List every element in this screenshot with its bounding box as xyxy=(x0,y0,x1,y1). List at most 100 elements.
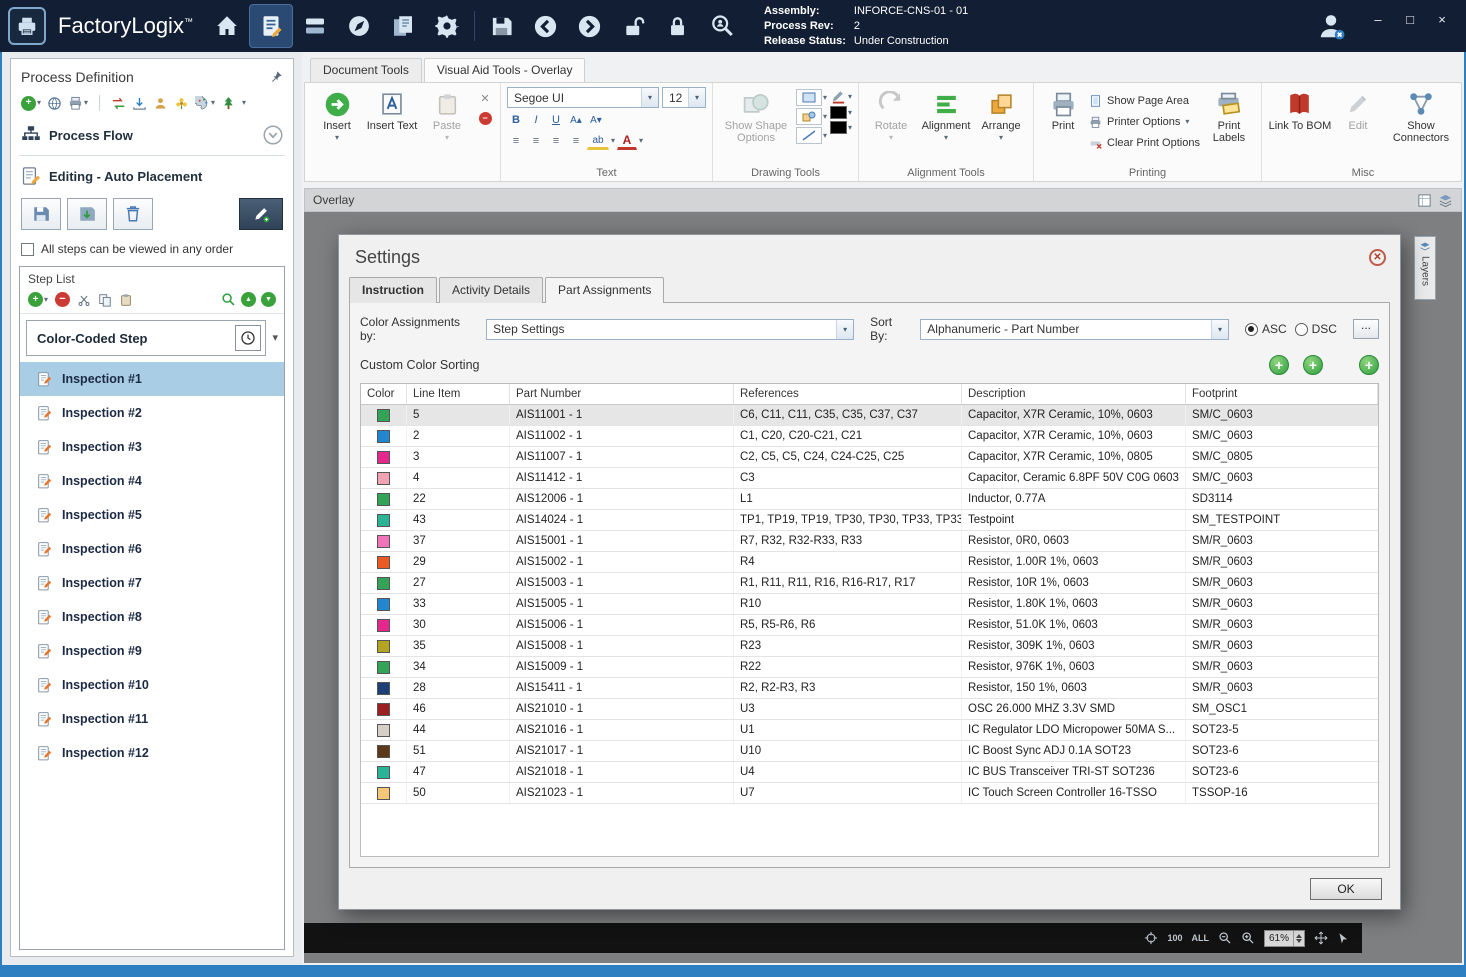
step-list-item[interactable]: Inspection #7 xyxy=(20,566,284,600)
step-list-item[interactable]: Inspection #10 xyxy=(20,668,284,702)
step-list-item[interactable]: Inspection #2 xyxy=(20,396,284,430)
step-list-item[interactable]: Inspection #5 xyxy=(20,498,284,532)
font-color-button[interactable]: A xyxy=(617,132,638,150)
table-row[interactable]: 50 AIS21023 - 1 U7 IC Touch Screen Contr… xyxy=(361,783,1378,804)
audit-search-icon[interactable] xyxy=(700,4,744,48)
align-justify-button[interactable]: ≡ xyxy=(567,132,585,150)
tab-instruction[interactable]: Instruction xyxy=(349,277,437,303)
toolbar-overflow-icon[interactable]: ▾ xyxy=(242,99,246,107)
add-color-up-button[interactable]: + xyxy=(1269,355,1289,375)
table-row[interactable]: 2 AIS11002 - 1 C1, C20, C20-C21, C21 Cap… xyxy=(361,426,1378,447)
back-icon[interactable] xyxy=(524,4,568,48)
print-button[interactable]: Print xyxy=(1040,87,1086,132)
minimize-button[interactable]: – xyxy=(1364,8,1392,30)
zoom-out-icon[interactable] xyxy=(1218,931,1232,945)
flower-icon[interactable] xyxy=(174,96,189,111)
process-definition-icon[interactable] xyxy=(248,4,293,48)
pointer-icon[interactable] xyxy=(1337,932,1350,945)
column-header[interactable]: Line Item xyxy=(407,384,510,404)
underline-button[interactable]: U xyxy=(547,111,565,129)
layers-tab[interactable]: Layers xyxy=(1414,236,1436,300)
home-icon[interactable] xyxy=(205,4,249,48)
color-swatch[interactable] xyxy=(377,597,390,611)
highlight-color-button[interactable]: ab xyxy=(587,132,609,150)
process-flow-row[interactable]: Process Flow xyxy=(19,119,285,151)
color-swatch[interactable] xyxy=(377,681,390,695)
move-step-up-button[interactable]: ▲ xyxy=(241,292,256,307)
insert-text-button[interactable]: Insert Text xyxy=(366,87,418,132)
step-list-item[interactable]: Inspection #6 xyxy=(20,532,284,566)
ok-button[interactable]: OK xyxy=(1310,877,1382,900)
table-row[interactable]: 30 AIS15006 - 1 R5, R5-R6, R6 Resistor, … xyxy=(361,615,1378,636)
color-swatch[interactable] xyxy=(377,618,390,632)
delete-step-button[interactable] xyxy=(113,198,153,230)
show-shape-options-button[interactable]: Show Shape Options xyxy=(719,87,793,144)
print-button[interactable]: ▾ xyxy=(68,96,88,111)
highlight-dropdown-icon[interactable]: ▾ xyxy=(611,137,615,145)
link-icon[interactable] xyxy=(47,96,62,111)
close-button[interactable]: × xyxy=(1428,8,1456,30)
zoom-level-stepper[interactable]: 61% xyxy=(1263,929,1305,947)
more-options-button[interactable]: ... xyxy=(1352,319,1379,339)
table-row[interactable]: 33 AIS15005 - 1 R10 Resistor, 1.80K 1%, … xyxy=(361,594,1378,615)
column-header[interactable]: Color xyxy=(361,384,407,404)
print-labels-button[interactable]: Print Labels xyxy=(1203,87,1255,144)
color-swatch[interactable] xyxy=(377,744,390,758)
import-icon[interactable] xyxy=(132,96,147,111)
edit-step-button[interactable] xyxy=(239,198,283,230)
shape-rect-tile[interactable] xyxy=(796,89,822,106)
font-family-select[interactable]: Segoe UI ▾ xyxy=(507,87,659,108)
line-color-swatch[interactable] xyxy=(830,121,848,134)
paste-icon[interactable] xyxy=(119,293,133,307)
fill-color-swatch[interactable] xyxy=(830,106,848,119)
step-list-collapse-icon[interactable]: ▾ xyxy=(272,332,278,344)
color-swatch[interactable] xyxy=(377,534,390,548)
color-swatch[interactable] xyxy=(377,639,390,653)
tab-visual-aid-tools[interactable]: Visual Aid Tools - Overlay xyxy=(423,58,586,82)
color-swatch[interactable] xyxy=(377,765,390,779)
table-row[interactable]: 44 AIS21016 - 1 U1 IC Regulator LDO Micr… xyxy=(361,720,1378,741)
save-icon[interactable] xyxy=(480,4,524,48)
tab-part-assignments[interactable]: Part Assignments xyxy=(545,277,665,303)
bold-button[interactable]: B xyxy=(507,111,525,129)
forward-icon[interactable] xyxy=(568,4,612,48)
table-row[interactable]: 5 AIS11001 - 1 C6, C11, C11, C35, C35, C… xyxy=(361,405,1378,426)
link-to-bom-button[interactable]: Link To BOM xyxy=(1268,87,1332,132)
remove-step-button[interactable]: − xyxy=(55,292,71,307)
column-header[interactable]: Part Number xyxy=(510,384,734,404)
border-color-icon[interactable] xyxy=(830,89,847,104)
step-list-item[interactable]: Inspection #11 xyxy=(20,702,284,736)
color-swatch[interactable] xyxy=(377,513,390,527)
table-row[interactable]: 46 AIS21010 - 1 U3 OSC 26.000 MHZ 3.3V S… xyxy=(361,699,1378,720)
step-list-item[interactable]: Inspection #3 xyxy=(20,430,284,464)
table-row[interactable]: 29 AIS15002 - 1 R4 Resistor, 1.00R 1%, 0… xyxy=(361,552,1378,573)
person-icon[interactable] xyxy=(153,96,168,111)
grow-font-button[interactable]: A▴ xyxy=(567,111,585,129)
add-color-down-button[interactable]: + xyxy=(1303,355,1323,375)
pan-icon[interactable] xyxy=(1314,931,1328,945)
documents-icon[interactable] xyxy=(381,4,425,48)
pin-icon[interactable] xyxy=(269,70,283,84)
clock-icon[interactable] xyxy=(235,325,262,351)
edit-button[interactable]: Edit xyxy=(1335,87,1381,132)
rotate-button[interactable]: Rotate ▾ xyxy=(865,87,917,142)
navigate-icon[interactable] xyxy=(337,4,381,48)
color-swatch[interactable] xyxy=(377,408,390,422)
table-row[interactable]: 51 AIS21017 - 1 U10 IC Boost Sync ADJ 0.… xyxy=(361,741,1378,762)
color-swatch[interactable] xyxy=(377,492,390,506)
color-swatch[interactable] xyxy=(377,576,390,590)
collapse-circle-icon[interactable] xyxy=(263,125,283,145)
column-header[interactable]: Description xyxy=(962,384,1186,404)
table-row[interactable]: 4 AIS11412 - 1 C3 Capacitor, Ceramic 6.8… xyxy=(361,468,1378,489)
color-assignments-select[interactable]: Step Settings ▾ xyxy=(486,318,855,340)
user-button[interactable] xyxy=(1316,11,1346,41)
table-row[interactable]: 34 AIS15009 - 1 R22 Resistor, 976K 1%, 0… xyxy=(361,657,1378,678)
color-swatch[interactable] xyxy=(377,786,390,800)
align-right-button[interactable]: ≡ xyxy=(547,132,565,150)
column-header[interactable]: References xyxy=(734,384,962,404)
shape-multi-tile[interactable] xyxy=(796,108,822,125)
color-swatch[interactable] xyxy=(377,723,390,737)
zoom-stepper-arrows[interactable] xyxy=(1293,930,1304,946)
color-swatch[interactable] xyxy=(377,450,390,464)
find-step-button[interactable] xyxy=(221,292,236,307)
